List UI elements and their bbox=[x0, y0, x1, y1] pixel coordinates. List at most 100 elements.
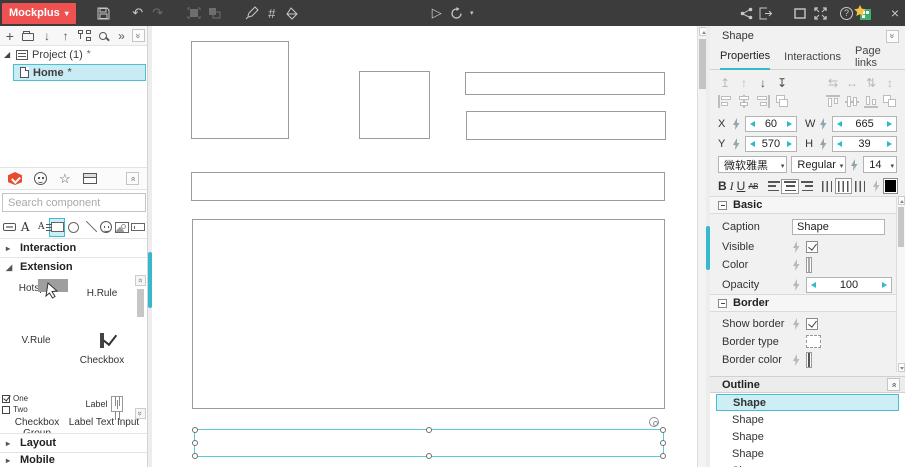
bring-forward-icon[interactable]: ↑ bbox=[737, 76, 751, 90]
tab-interactions[interactable]: Interactions bbox=[784, 47, 841, 69]
underline-button[interactable]: U bbox=[737, 179, 746, 193]
outline-item[interactable]: Shape bbox=[710, 411, 905, 428]
decrement-icon[interactable] bbox=[749, 121, 755, 127]
move-down-icon[interactable]: ↓ bbox=[39, 28, 55, 44]
canvas-shape[interactable] bbox=[359, 71, 430, 139]
fill-color-swatch[interactable] bbox=[806, 256, 812, 273]
decrement-icon[interactable] bbox=[749, 141, 755, 147]
bolt-icon[interactable] bbox=[872, 180, 881, 192]
bolt-icon[interactable] bbox=[792, 278, 801, 291]
border-section-header[interactable]: Border bbox=[710, 294, 905, 312]
scroll-thumb[interactable] bbox=[137, 289, 144, 317]
text-color-swatch[interactable] bbox=[883, 178, 898, 194]
font-size-select[interactable]: 14 ▾ bbox=[863, 156, 897, 173]
handle-mid-left[interactable] bbox=[192, 440, 198, 446]
ext-checkbox[interactable]: Checkbox bbox=[72, 333, 132, 366]
bolt-icon[interactable] bbox=[732, 137, 741, 150]
bolt-icon[interactable] bbox=[792, 258, 801, 271]
caption-input[interactable]: Shape bbox=[792, 218, 885, 235]
canvas-shape[interactable] bbox=[191, 172, 665, 201]
opacity-stepper[interactable]: 100 bbox=[806, 276, 892, 293]
same-size-icon[interactable] bbox=[775, 95, 789, 108]
ext-hrule[interactable]: H.Rule bbox=[72, 279, 132, 299]
promo-qr-icon[interactable] bbox=[853, 3, 873, 23]
line-component-icon[interactable] bbox=[83, 219, 97, 236]
vertical-align-middle-selected[interactable] bbox=[834, 178, 852, 194]
share-icon[interactable] bbox=[736, 3, 756, 23]
move-up-icon[interactable]: ↑ bbox=[58, 28, 74, 44]
section-interaction[interactable]: ▸ Interaction bbox=[0, 238, 147, 257]
increment-icon[interactable] bbox=[787, 141, 793, 147]
expander-icon[interactable]: ◢ bbox=[4, 50, 12, 59]
format-painter-icon[interactable] bbox=[242, 3, 262, 23]
send-to-back-icon[interactable]: ↧ bbox=[775, 76, 789, 90]
outline-item[interactable]: Shape bbox=[710, 445, 905, 462]
canvas-shape[interactable] bbox=[192, 219, 665, 409]
increment-icon[interactable] bbox=[787, 121, 793, 127]
text-align-left-icon[interactable] bbox=[767, 181, 780, 191]
search-pages-icon[interactable] bbox=[95, 28, 111, 44]
paragraph-component-icon[interactable]: A bbox=[34, 219, 52, 236]
new-folder-icon[interactable] bbox=[21, 28, 37, 44]
vertical-align-bottom-icon[interactable] bbox=[854, 180, 865, 192]
handle-top-left[interactable] bbox=[192, 427, 198, 433]
extension-scrollbar[interactable]: » » bbox=[135, 275, 146, 431]
basic-section-header[interactable]: Basic bbox=[710, 196, 905, 214]
bolt-icon[interactable] bbox=[792, 317, 801, 330]
ungroup-icon[interactable] bbox=[204, 3, 224, 23]
handle-mid-right[interactable] bbox=[660, 440, 666, 446]
scroll-up-icon[interactable] bbox=[897, 196, 905, 205]
canvas-shape[interactable] bbox=[465, 72, 665, 95]
canvas-shape[interactable] bbox=[466, 111, 666, 140]
assets-tab-icon[interactable] bbox=[82, 173, 97, 184]
refresh-icon[interactable] bbox=[447, 3, 467, 23]
w-stepper[interactable]: 665 bbox=[832, 115, 897, 132]
handle-top-right[interactable] bbox=[660, 427, 666, 433]
properties-scrollbar[interactable] bbox=[896, 196, 905, 372]
align-right-icon[interactable] bbox=[756, 95, 770, 108]
scroll-thumb[interactable] bbox=[898, 207, 904, 247]
handle-bottom-left[interactable] bbox=[192, 453, 198, 459]
bolt-icon[interactable] bbox=[819, 137, 828, 150]
outline-header[interactable]: Outline » bbox=[710, 376, 905, 393]
align-center-icon[interactable] bbox=[737, 95, 751, 108]
strikethrough-button[interactable]: AB bbox=[748, 182, 758, 191]
emoji-component-icon[interactable] bbox=[99, 219, 113, 236]
font-family-select[interactable]: 微软雅黑 ▾ bbox=[718, 156, 788, 173]
new-page-icon[interactable]: + bbox=[2, 28, 18, 44]
align-left-icon[interactable] bbox=[718, 95, 732, 108]
search-input[interactable] bbox=[2, 193, 146, 212]
h-stepper[interactable]: 39 bbox=[831, 135, 898, 152]
export-icon[interactable] bbox=[756, 3, 776, 23]
canvas-shape[interactable] bbox=[191, 41, 289, 139]
collapse-components-icon[interactable]: » bbox=[126, 172, 139, 185]
icons-tab-icon[interactable] bbox=[34, 172, 47, 185]
space-evenly-horizontal-icon[interactable]: ⇆ bbox=[826, 76, 840, 90]
outline-item[interactable]: Shape bbox=[710, 462, 905, 467]
collapse-section-icon[interactable] bbox=[718, 298, 727, 308]
decrement-icon[interactable] bbox=[811, 282, 816, 288]
mockplus-menu-button[interactable]: Mockplus ▾ bbox=[2, 2, 76, 24]
rectangle-component-icon[interactable] bbox=[49, 217, 66, 237]
input-component-icon[interactable] bbox=[130, 219, 145, 236]
show-border-checkbox[interactable] bbox=[806, 317, 818, 330]
italic-button[interactable]: I bbox=[730, 179, 734, 194]
restore-window-icon[interactable] bbox=[790, 3, 810, 23]
collapse-pages-icon[interactable]: » bbox=[132, 29, 145, 42]
border-color-swatch[interactable] bbox=[806, 351, 812, 368]
more-icon[interactable]: » bbox=[114, 28, 130, 44]
text-align-right-icon[interactable] bbox=[800, 181, 813, 191]
visible-checkbox[interactable] bbox=[806, 240, 818, 253]
border-type-swatch[interactable] bbox=[806, 335, 821, 348]
send-backward-icon[interactable]: ↓ bbox=[756, 76, 770, 90]
bolt-icon[interactable] bbox=[732, 117, 741, 130]
preview-play-icon[interactable]: ▷ bbox=[427, 3, 447, 23]
y-stepper[interactable]: 570 bbox=[744, 135, 798, 152]
tab-properties[interactable]: Properties bbox=[720, 46, 771, 70]
expand-outline-icon[interactable]: » bbox=[887, 378, 900, 391]
save-icon[interactable] bbox=[94, 3, 114, 23]
equal-height-icon[interactable]: ↕ bbox=[883, 76, 897, 90]
scroll-down-icon[interactable] bbox=[897, 363, 905, 372]
redo-icon[interactable]: ↷ bbox=[148, 3, 168, 23]
align-top-icon[interactable] bbox=[826, 95, 840, 108]
